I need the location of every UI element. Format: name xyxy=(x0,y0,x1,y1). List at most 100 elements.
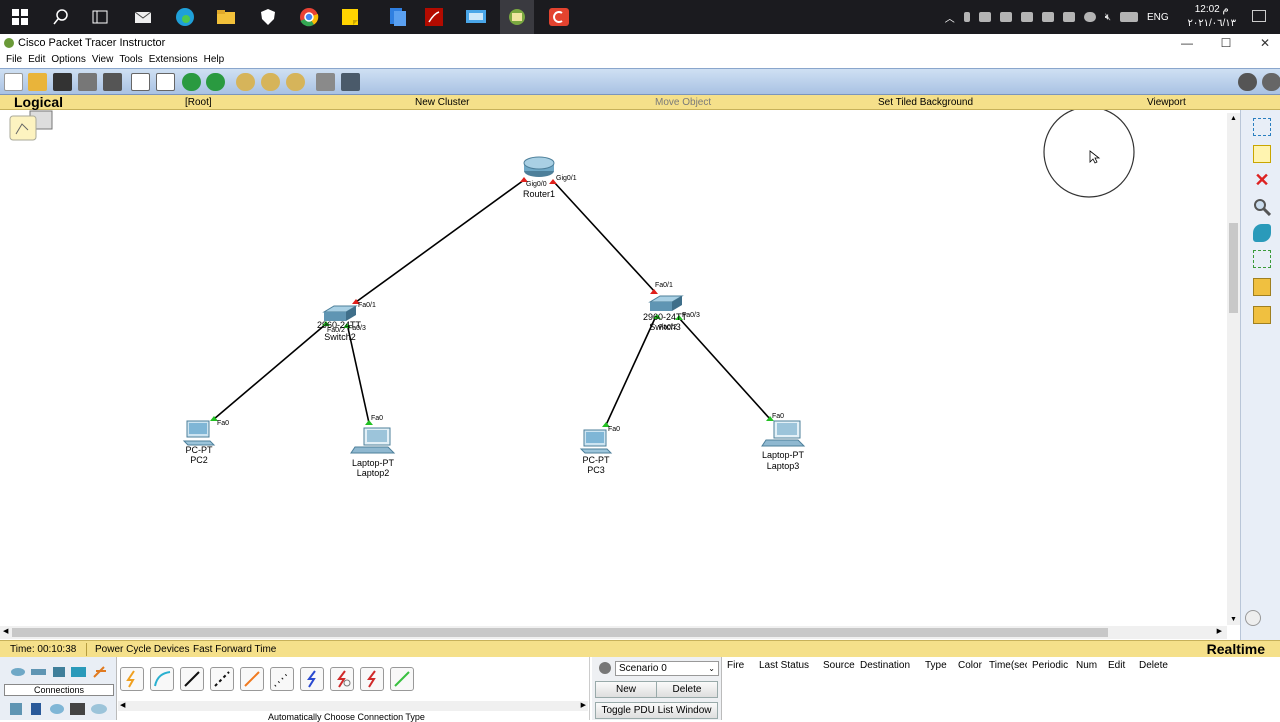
cluster-icon[interactable] xyxy=(9,110,53,141)
search-icon[interactable] xyxy=(49,5,73,29)
print-icon[interactable] xyxy=(78,73,97,91)
keyboard-icon[interactable] xyxy=(1120,12,1138,22)
menu-extensions[interactable]: Extensions xyxy=(149,53,204,68)
tray-app-icon[interactable] xyxy=(1020,12,1033,22)
tray-app-icon[interactable] xyxy=(978,12,991,22)
inspect-tool-icon[interactable] xyxy=(1253,198,1272,217)
drawing-palette-icon[interactable] xyxy=(316,73,335,91)
language-indicator[interactable]: ENG xyxy=(1147,12,1173,23)
connections-category-icon[interactable] xyxy=(93,666,106,678)
menu-edit[interactable]: Edit xyxy=(28,53,51,68)
vertical-scrollbar[interactable]: ▲ ▼ xyxy=(1227,113,1240,625)
close-button[interactable]: ✕ xyxy=(1246,34,1280,53)
documents-app-icon[interactable] xyxy=(386,5,410,29)
scenario-select[interactable]: Scenario 0 ⌄ xyxy=(615,661,719,676)
open-folder-icon[interactable] xyxy=(28,73,47,91)
menu-help[interactable]: Help xyxy=(204,53,231,68)
menu-file[interactable]: File xyxy=(6,53,28,68)
fiber-cable-icon[interactable] xyxy=(240,667,264,691)
taskbar-clock[interactable]: 12:02 م ٢٠٢١/٠٦/١٣ xyxy=(1187,3,1236,31)
cable-switch3-laptop3[interactable] xyxy=(678,317,771,420)
cable-router-switch2[interactable] xyxy=(355,179,525,303)
router-icon[interactable] xyxy=(523,156,555,177)
tray-app-icon[interactable] xyxy=(1041,12,1054,22)
cable-switch2-pc2[interactable] xyxy=(213,323,327,420)
notification-icon[interactable] xyxy=(1252,10,1266,22)
delete-scenario-button[interactable]: Delete xyxy=(656,681,718,698)
serial-dte-cable-icon[interactable] xyxy=(360,667,384,691)
zoom-reset-icon[interactable] xyxy=(261,73,280,91)
select-tool-icon[interactable] xyxy=(1253,118,1271,136)
draw-shape-tool-icon[interactable] xyxy=(1253,224,1271,242)
pdu-column-header[interactable]: Destination xyxy=(860,660,910,671)
custom-devices-icon[interactable] xyxy=(341,73,360,91)
globe-network-icon[interactable] xyxy=(1083,12,1096,22)
activity-wizard-icon[interactable] xyxy=(103,73,122,91)
microphone-icon[interactable] xyxy=(963,12,970,22)
components-category-icon[interactable] xyxy=(31,703,41,715)
undo-icon[interactable] xyxy=(182,73,201,91)
scroll-right-arrow-icon[interactable]: ▶ xyxy=(581,701,586,709)
pdu-column-header[interactable]: Type xyxy=(925,660,947,671)
viewport-button[interactable]: Viewport xyxy=(1147,97,1186,108)
menu-view[interactable]: View xyxy=(92,53,120,68)
packet-tracer-taskbar-icon[interactable] xyxy=(505,5,529,29)
redo-icon[interactable] xyxy=(206,73,225,91)
phone-cable-icon[interactable] xyxy=(270,667,294,691)
laptop-icon[interactable] xyxy=(761,420,806,447)
switches-category-icon[interactable] xyxy=(31,669,46,675)
move-object-button[interactable]: Move Object xyxy=(655,97,711,108)
octal-cable-icon[interactable] xyxy=(390,667,414,691)
auto-connection-icon[interactable] xyxy=(120,667,144,691)
switch-icon[interactable] xyxy=(648,295,684,311)
scroll-left-arrow-icon[interactable]: ◀ xyxy=(3,627,8,635)
printer-icon[interactable] xyxy=(999,12,1012,22)
multiuser-category-icon[interactable] xyxy=(91,704,107,714)
scroll-left-arrow-icon[interactable]: ◀ xyxy=(120,701,125,709)
add-complex-pdu-icon[interactable] xyxy=(1253,306,1271,324)
console-cable-icon[interactable] xyxy=(150,667,174,691)
info-icon[interactable] xyxy=(1238,73,1257,91)
volume-muted-icon[interactable]: 🔇︎ xyxy=(1105,12,1111,23)
new-cluster-button[interactable]: New Cluster xyxy=(415,97,469,108)
new-file-icon[interactable] xyxy=(4,73,23,91)
scroll-right-arrow-icon[interactable]: ▶ xyxy=(1217,627,1222,635)
root-button[interactable]: [Root] xyxy=(185,97,212,108)
edge-browser-icon[interactable] xyxy=(173,5,197,29)
straight-through-cable-icon[interactable] xyxy=(180,667,204,691)
scenario-info-icon[interactable] xyxy=(599,662,611,674)
wireless-category-icon[interactable] xyxy=(71,667,86,677)
copy-icon[interactable] xyxy=(131,73,150,91)
minimize-button[interactable]: — xyxy=(1168,34,1206,53)
security-shield-icon[interactable] xyxy=(256,5,280,29)
add-simple-pdu-icon[interactable] xyxy=(1253,278,1271,296)
chrome-icon[interactable] xyxy=(297,5,321,29)
zoom-in-icon[interactable] xyxy=(236,73,255,91)
set-tiled-background-button[interactable]: Set Tiled Background xyxy=(878,97,973,108)
vertical-scroll-thumb[interactable] xyxy=(1229,223,1238,313)
crossover-cable-icon[interactable] xyxy=(210,667,234,691)
pdu-column-header[interactable]: Time(sec) xyxy=(989,660,1027,671)
coaxial-cable-icon[interactable] xyxy=(300,667,324,691)
horizontal-scrollbar[interactable]: ◀ ▶ xyxy=(0,626,1227,639)
pdf-reader-icon[interactable] xyxy=(422,5,446,29)
zoom-out-icon[interactable] xyxy=(286,73,305,91)
laptop-icon[interactable] xyxy=(350,427,396,454)
cable-switch2-laptop2[interactable] xyxy=(347,327,370,424)
pc-icon[interactable] xyxy=(579,429,613,454)
cable-router-switch3[interactable] xyxy=(553,181,656,293)
pdu-column-header[interactable]: Periodic xyxy=(1032,660,1068,671)
tray-chevron-up-icon[interactable]: ︿ xyxy=(945,10,955,25)
serial-dce-cable-icon[interactable] xyxy=(330,667,354,691)
wan-emulation-category-icon[interactable] xyxy=(50,704,64,714)
scroll-up-arrow-icon[interactable]: ▲ xyxy=(1230,115,1237,122)
pdu-column-header[interactable]: Color xyxy=(958,660,982,671)
pdu-column-header[interactable]: Delete xyxy=(1139,660,1168,671)
routers-category-icon[interactable] xyxy=(11,668,25,676)
cable-panel-scrollbar[interactable]: ◀ ▶ xyxy=(118,701,588,711)
realtime-mode-label[interactable]: Realtime xyxy=(1207,641,1265,657)
switch-icon[interactable] xyxy=(322,305,358,321)
windows-start-icon[interactable] xyxy=(8,5,32,29)
logical-workspace-canvas[interactable]: Gig0/0 Gig0/1 Fa0/1 Fa0/2 Fa0/3 Fa0/1 Fa… xyxy=(0,110,1227,626)
delete-tool-icon[interactable]: ✕ xyxy=(1253,171,1271,190)
